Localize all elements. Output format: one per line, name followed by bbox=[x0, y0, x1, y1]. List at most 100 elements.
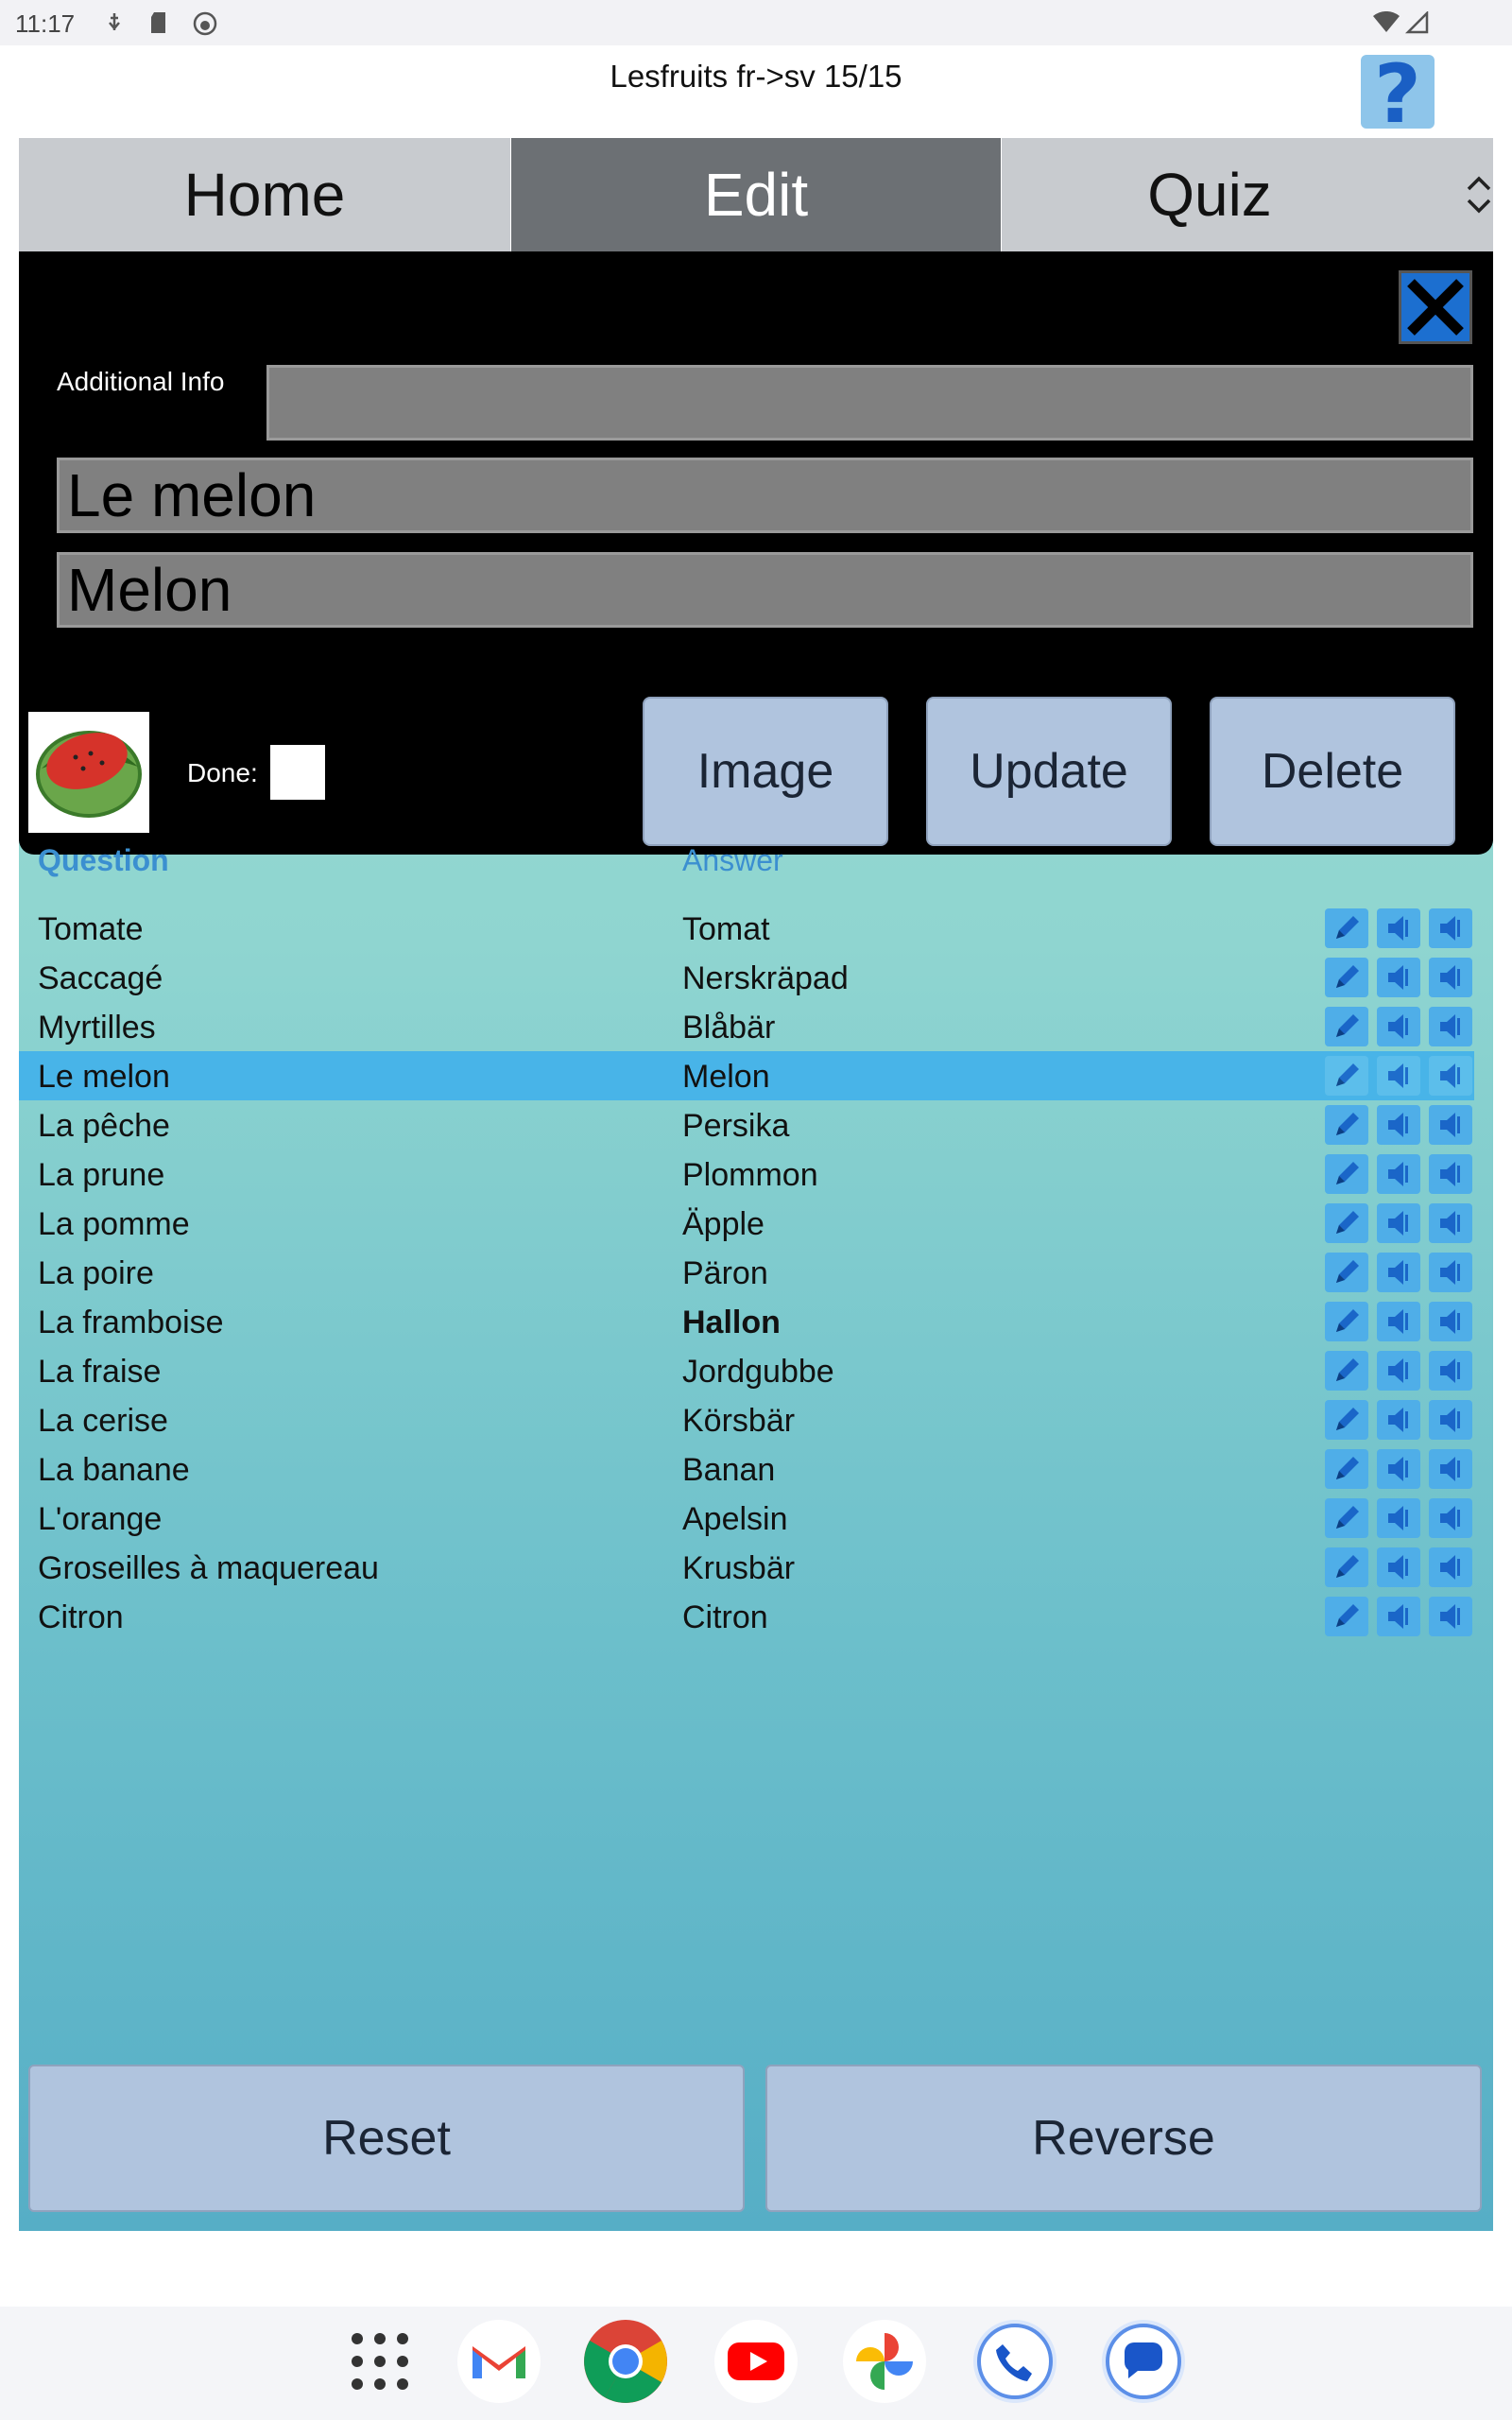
speak-question-button[interactable] bbox=[1377, 1154, 1420, 1194]
speak-question-button[interactable] bbox=[1377, 908, 1420, 948]
speaker-icon bbox=[1440, 1457, 1460, 1481]
speak-answer-button[interactable] bbox=[1429, 1351, 1472, 1391]
edit-row-button[interactable] bbox=[1325, 1597, 1368, 1636]
speak-answer-button[interactable] bbox=[1429, 908, 1472, 948]
speak-question-button[interactable] bbox=[1377, 1056, 1420, 1096]
edit-row-button[interactable] bbox=[1325, 1498, 1368, 1538]
speak-answer-button[interactable] bbox=[1429, 1302, 1472, 1341]
help-button[interactable]: ? bbox=[1361, 47, 1435, 142]
edit-row-button[interactable] bbox=[1325, 1154, 1368, 1194]
speak-answer-button[interactable] bbox=[1429, 958, 1472, 997]
question-input[interactable]: Le melon bbox=[57, 458, 1473, 533]
speak-answer-button[interactable] bbox=[1429, 1547, 1472, 1587]
youtube-icon[interactable] bbox=[713, 2318, 799, 2405]
speak-question-button[interactable] bbox=[1377, 958, 1420, 997]
answer-text: Äpple bbox=[682, 1206, 765, 1242]
speak-answer-button[interactable] bbox=[1429, 1203, 1472, 1243]
delete-button[interactable]: Delete bbox=[1210, 697, 1455, 846]
speak-question-button[interactable] bbox=[1377, 1547, 1420, 1587]
list-item[interactable]: Le melon Melon bbox=[19, 1051, 1474, 1100]
speak-question-button[interactable] bbox=[1377, 1400, 1420, 1440]
answer-text: Persika bbox=[682, 1108, 790, 1144]
edit-row-button[interactable] bbox=[1325, 1253, 1368, 1292]
answer-text: Blåbär bbox=[682, 1010, 776, 1046]
question-text: La pomme bbox=[38, 1206, 190, 1242]
reverse-button[interactable]: Reverse bbox=[765, 2065, 1482, 2212]
edit-row-button[interactable] bbox=[1325, 1056, 1368, 1096]
speak-answer-button[interactable] bbox=[1429, 1105, 1472, 1145]
edit-icon bbox=[1336, 1162, 1359, 1184]
answer-text: Tomat bbox=[682, 911, 770, 947]
edit-row-button[interactable] bbox=[1325, 1547, 1368, 1587]
list-item[interactable]: Saccagé Nerskräpad bbox=[19, 953, 1474, 1002]
reset-button[interactable]: Reset bbox=[28, 2065, 745, 2212]
speak-answer-button[interactable] bbox=[1429, 1400, 1472, 1440]
photos-icon[interactable] bbox=[841, 2318, 928, 2405]
update-button[interactable]: Update bbox=[926, 697, 1172, 846]
tab-quiz[interactable]: Quiz bbox=[1002, 138, 1493, 251]
edit-row-button[interactable] bbox=[1325, 1203, 1368, 1243]
speak-question-button[interactable] bbox=[1377, 1302, 1420, 1341]
speak-question-button[interactable] bbox=[1377, 1351, 1420, 1391]
answer-input[interactable]: Melon bbox=[57, 552, 1473, 628]
speak-question-button[interactable] bbox=[1377, 1253, 1420, 1292]
speak-question-button[interactable] bbox=[1377, 1597, 1420, 1636]
messages-icon[interactable] bbox=[1100, 2318, 1187, 2405]
list-item[interactable]: La banane Banan bbox=[19, 1444, 1474, 1494]
list-item[interactable]: La pêche Persika bbox=[19, 1100, 1474, 1150]
speak-question-button[interactable] bbox=[1377, 1449, 1420, 1489]
list-item[interactable]: La pomme Äpple bbox=[19, 1199, 1474, 1248]
speaker-icon bbox=[1388, 1211, 1408, 1236]
speak-answer-button[interactable] bbox=[1429, 1056, 1472, 1096]
speaker-icon bbox=[1440, 1555, 1460, 1580]
done-checkbox[interactable] bbox=[270, 745, 325, 800]
answer-text: Päron bbox=[682, 1255, 768, 1291]
speaker-icon bbox=[1388, 1555, 1408, 1580]
edit-row-button[interactable] bbox=[1325, 908, 1368, 948]
list-item[interactable]: Groseilles à maquereau Krusbär bbox=[19, 1543, 1474, 1592]
speak-question-button[interactable] bbox=[1377, 1203, 1420, 1243]
speak-answer-button[interactable] bbox=[1429, 1253, 1472, 1292]
speak-answer-button[interactable] bbox=[1429, 1597, 1472, 1636]
speak-question-button[interactable] bbox=[1377, 1105, 1420, 1145]
chrome-icon[interactable] bbox=[582, 2318, 669, 2405]
list-item[interactable]: Tomate Tomat bbox=[19, 904, 1474, 953]
speak-answer-button[interactable] bbox=[1429, 1007, 1472, 1046]
speak-answer-button[interactable] bbox=[1429, 1154, 1472, 1194]
speak-answer-button[interactable] bbox=[1429, 1449, 1472, 1489]
edit-row-button[interactable] bbox=[1325, 1351, 1368, 1391]
speaker-icon bbox=[1388, 1162, 1408, 1186]
app-drawer-icon[interactable] bbox=[336, 2318, 423, 2405]
list-item[interactable]: La fraise Jordgubbe bbox=[19, 1346, 1474, 1395]
additional-info-input[interactable] bbox=[266, 365, 1473, 441]
list-item[interactable]: La poire Päron bbox=[19, 1248, 1474, 1297]
list-item[interactable]: La framboise Hallon bbox=[19, 1297, 1474, 1346]
edit-row-button[interactable] bbox=[1325, 1105, 1368, 1145]
edit-row-button[interactable] bbox=[1325, 1400, 1368, 1440]
speak-question-button[interactable] bbox=[1377, 1498, 1420, 1538]
edit-row-button[interactable] bbox=[1325, 1007, 1368, 1046]
speaker-icon bbox=[1388, 1014, 1408, 1039]
spinner-arrows-icon[interactable] bbox=[1465, 174, 1493, 216]
edit-row-button[interactable] bbox=[1325, 1449, 1368, 1489]
edit-row-button[interactable] bbox=[1325, 1302, 1368, 1341]
answer-text: Hallon bbox=[682, 1305, 781, 1340]
list-item[interactable]: Citron Citron bbox=[19, 1592, 1474, 1641]
gmail-icon[interactable] bbox=[455, 2318, 542, 2405]
list-item[interactable]: La prune Plommon bbox=[19, 1150, 1474, 1199]
image-button[interactable]: Image bbox=[643, 697, 888, 846]
speak-question-button[interactable] bbox=[1377, 1007, 1420, 1046]
phone-icon[interactable] bbox=[971, 2318, 1058, 2405]
answer-column-header: Answer bbox=[682, 843, 783, 877]
question-text: La poire bbox=[38, 1255, 154, 1291]
edit-row-button[interactable] bbox=[1325, 958, 1368, 997]
speak-answer-button[interactable] bbox=[1429, 1498, 1472, 1538]
watermelon-image bbox=[36, 731, 142, 818]
tab-home[interactable]: Home bbox=[19, 138, 510, 251]
close-button[interactable] bbox=[1399, 270, 1472, 344]
list-item[interactable]: La cerise Körsbär bbox=[19, 1395, 1474, 1444]
list-item[interactable]: L'orange Apelsin bbox=[19, 1494, 1474, 1543]
item-image[interactable] bbox=[28, 712, 149, 833]
list-item[interactable]: Myrtilles Blåbär bbox=[19, 1002, 1474, 1051]
tab-edit[interactable]: Edit bbox=[511, 138, 1001, 251]
